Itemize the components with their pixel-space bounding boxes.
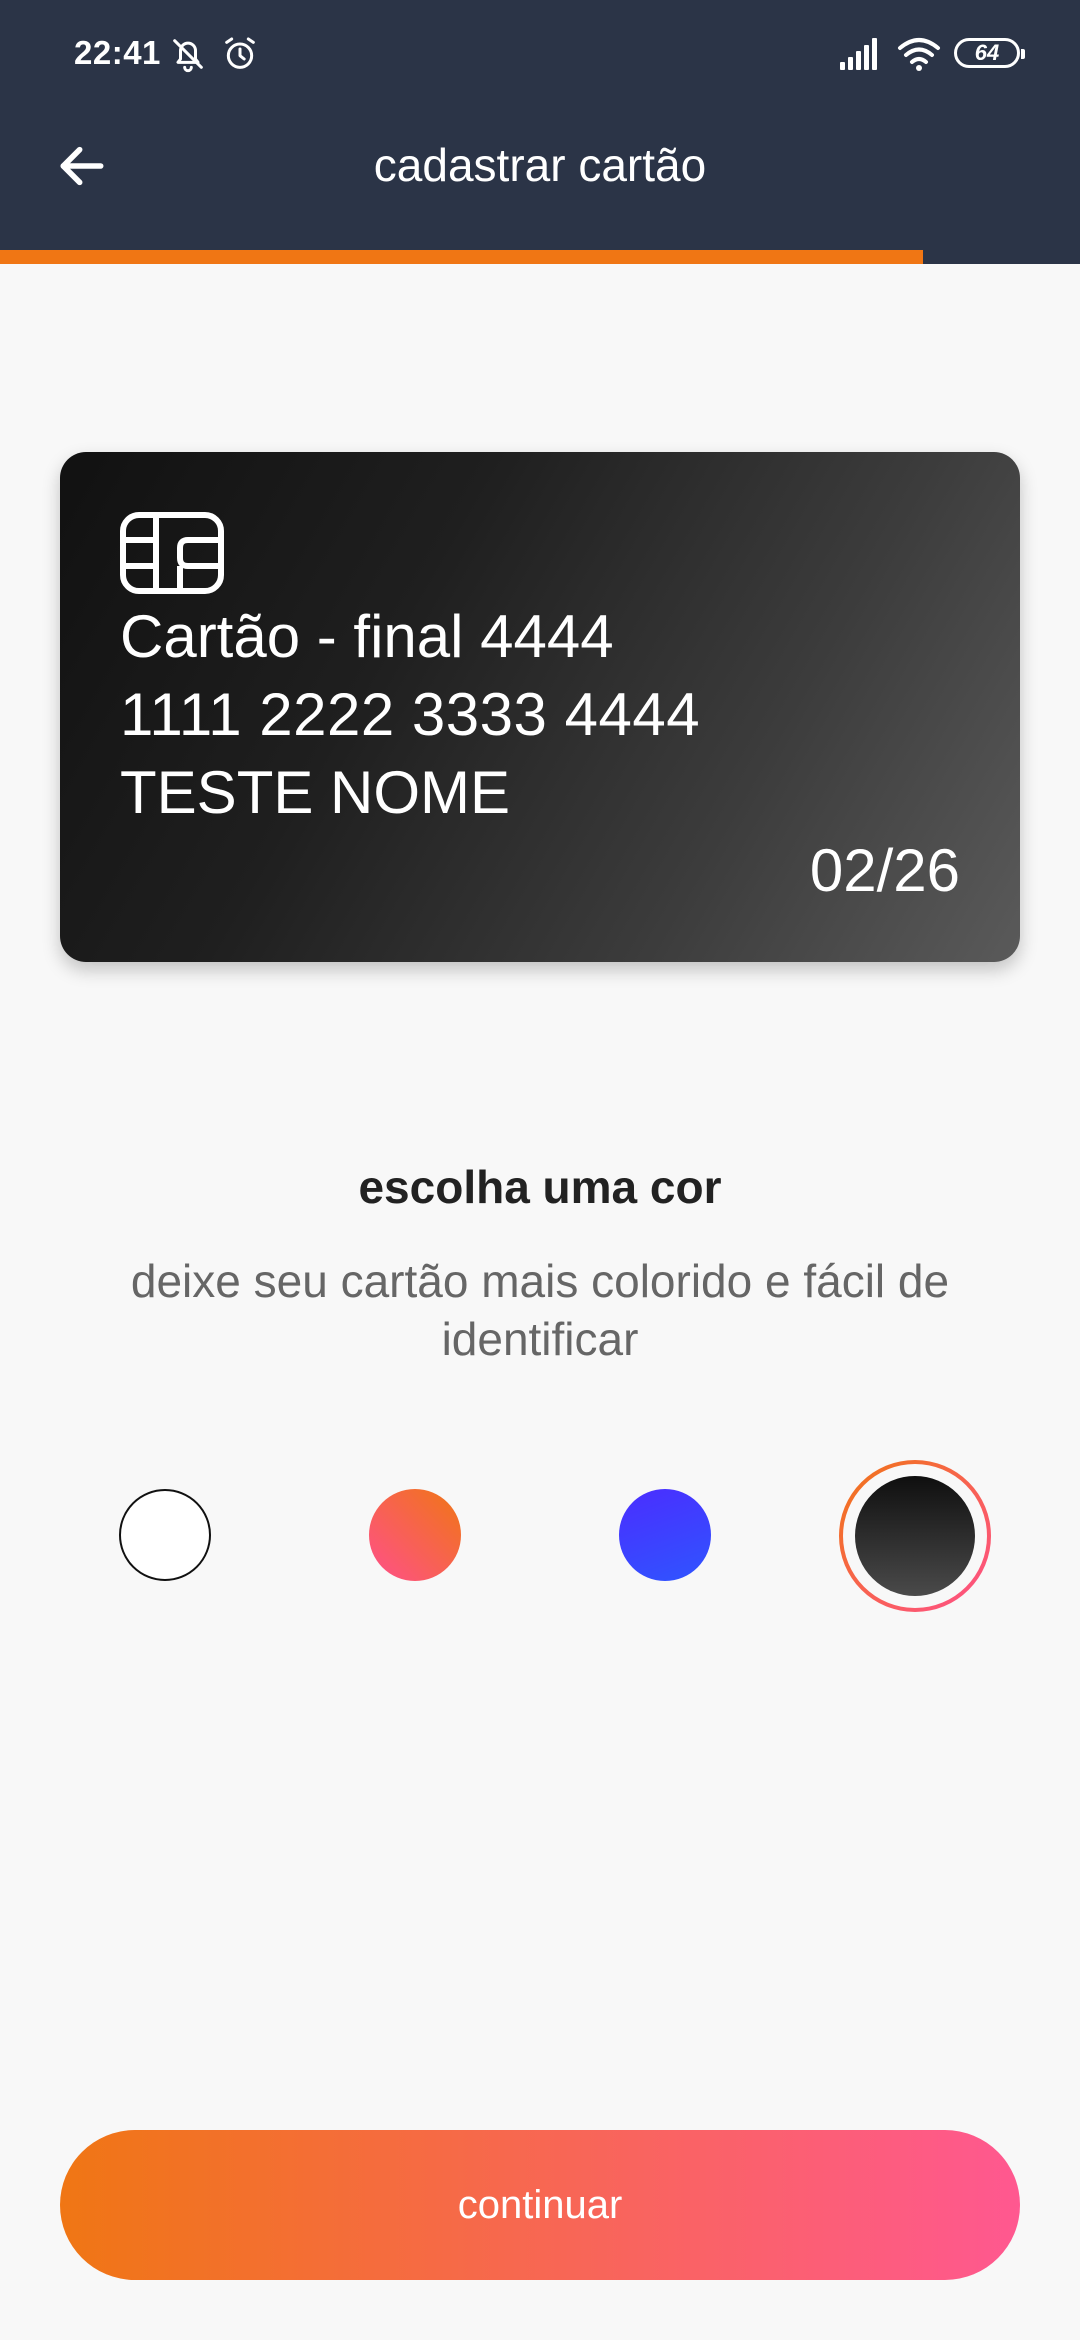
color-swatch-list [0, 1460, 1080, 1612]
card-name: Cartão - final 4444 [120, 603, 614, 670]
battery-icon: 64 [954, 38, 1025, 68]
card-preview: Cartão - final 4444 1111 2222 3333 4444 … [60, 452, 1020, 962]
color-option-orange-pink[interactable] [369, 1489, 461, 1581]
color-option-white[interactable] [119, 1489, 211, 1581]
status-time: 22:41 [74, 34, 161, 71]
app-screen: 22:41 64 cadastrar cartão Cartão - final… [0, 0, 1080, 2340]
color-option-blue[interactable] [619, 1489, 711, 1581]
card-chip-icon [120, 512, 224, 594]
alarm-icon [225, 37, 255, 69]
color-picker-title: escolha uma cor [358, 1161, 722, 1213]
page-title: cadastrar cartão [373, 139, 707, 191]
battery-level: 64 [974, 40, 1000, 65]
signal-icon [840, 38, 877, 70]
wifi-icon [898, 38, 940, 71]
step-progress-fill [0, 250, 924, 264]
color-option-black-selected[interactable] [839, 1460, 991, 1612]
header: 22:41 64 cadastrar cartão [0, 0, 1080, 264]
selection-ring [843, 1464, 987, 1608]
card-holder-name: TESTE NOME [120, 759, 511, 826]
toolbar: cadastrar cartão [0, 110, 1080, 250]
bell-off-icon [173, 39, 203, 73]
color-picker-subtitle: deixe seu cartão mais colorido e fácil d… [130, 1255, 950, 1365]
status-bar: 22:41 64 [0, 0, 1080, 110]
continue-button[interactable]: continuar [60, 2130, 1020, 2280]
card-expiry: 02/26 [809, 837, 960, 904]
color-option-black [855, 1476, 975, 1596]
step-progress-bar [0, 250, 1080, 264]
card-number: 1111 2222 3333 4444 [120, 681, 701, 748]
